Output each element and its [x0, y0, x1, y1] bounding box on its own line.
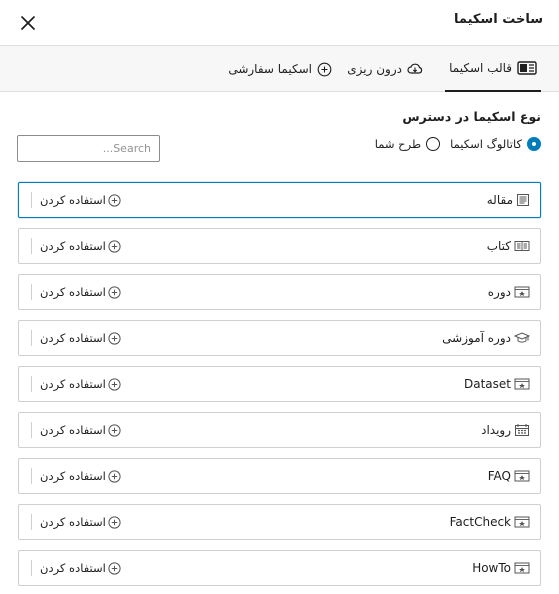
divider	[31, 376, 32, 392]
close-icon[interactable]	[18, 13, 38, 33]
schema-name: رویداد	[481, 413, 530, 447]
schema-name-text: رویداد	[481, 423, 511, 437]
tab-custom-schema[interactable]: اسکیما سفارشی	[224, 46, 336, 92]
use-button[interactable]: استفاده کردن	[31, 459, 121, 493]
plus-circle-icon	[108, 515, 121, 529]
use-button-label: استفاده کردن	[40, 561, 106, 575]
plus-circle-icon	[108, 561, 121, 575]
template-icon	[517, 61, 537, 75]
schema-name: مقاله	[487, 183, 530, 217]
tab-schema-template[interactable]: قالب اسکیما	[445, 46, 541, 92]
use-button[interactable]: استفاده کردن	[31, 229, 121, 263]
divider	[31, 330, 32, 346]
use-button-label: استفاده کردن	[40, 377, 106, 391]
use-button[interactable]: استفاده کردن	[31, 505, 121, 539]
use-button[interactable]: استفاده کردن	[31, 413, 121, 447]
article-icon	[517, 194, 529, 206]
use-button-label: استفاده کردن	[40, 469, 106, 483]
schema-row-howto[interactable]: HowTo استفاده کردن	[18, 550, 541, 586]
divider	[31, 468, 32, 484]
schema-name-text: Dataset	[464, 377, 511, 391]
schema-type-heading: نوع اسکیما در دسترس	[402, 109, 541, 124]
divider	[31, 284, 32, 300]
use-button[interactable]: استفاده کردن	[31, 183, 121, 217]
schema-name: FAQ	[488, 459, 530, 493]
radio-schema-catalog[interactable]: کاتالوگ اسکیما	[450, 137, 541, 151]
schema-name-text: دوره آموزشی	[442, 331, 511, 345]
modal-header: ساخت اسکیما	[0, 0, 559, 45]
use-button-label: استفاده کردن	[40, 239, 106, 253]
schema-name: دوره آموزشی	[442, 321, 530, 355]
divider	[31, 422, 32, 438]
radio-label: طرح شما	[374, 137, 422, 151]
schema-row-educational-course[interactable]: دوره آموزشی استفاده کردن	[18, 320, 541, 356]
tab-import[interactable]: درون ریزی	[343, 46, 427, 92]
plus-circle-icon	[108, 331, 121, 345]
plus-circle-icon	[108, 469, 121, 483]
tab-label: درون ریزی	[347, 62, 402, 76]
schema-row-book[interactable]: کتاب استفاده کردن	[18, 228, 541, 264]
modal-title: ساخت اسکیما	[453, 12, 543, 27]
cloud-import-icon	[407, 63, 423, 74]
plus-circle-icon	[108, 377, 121, 391]
tab-label: اسکیما سفارشی	[228, 62, 312, 76]
tab-label: قالب اسکیما	[449, 61, 512, 75]
schema-name: دوره	[488, 275, 530, 309]
use-button[interactable]: استفاده کردن	[31, 551, 121, 585]
schema-name-text: دوره	[487, 285, 511, 299]
search-input[interactable]	[17, 135, 160, 162]
schema-name-text: کتاب	[486, 239, 511, 253]
schema-name-text: FactCheck	[449, 515, 511, 529]
graduation-cap-icon	[514, 332, 530, 343]
divider	[31, 238, 32, 254]
schema-row-faq[interactable]: FAQ استفاده کردن	[18, 458, 541, 494]
schema-name: FactCheck	[450, 505, 530, 539]
plus-circle-icon	[317, 62, 332, 76]
schema-name-text: HowTo	[472, 561, 511, 575]
divider	[31, 514, 32, 530]
use-button-label: استفاده کردن	[40, 423, 106, 437]
plus-circle-icon	[108, 285, 121, 299]
plus-circle-icon	[108, 239, 121, 253]
schema-row-article[interactable]: مقاله استفاده کردن	[18, 182, 541, 218]
radio-your-design[interactable]: طرح شما	[374, 137, 441, 151]
radio-label: کاتالوگ اسکیما	[450, 137, 522, 151]
schema-name-text: FAQ	[487, 469, 511, 483]
faq-icon	[514, 470, 530, 482]
schema-row-factcheck[interactable]: FactCheck استفاده کردن	[18, 504, 541, 540]
book-icon	[514, 241, 530, 251]
howto-icon	[514, 562, 530, 574]
schema-row-course[interactable]: دوره استفاده کردن	[18, 274, 541, 310]
use-button[interactable]: استفاده کردن	[31, 367, 121, 401]
plus-circle-icon	[108, 193, 121, 207]
schema-type-options: کاتالوگ اسکیما طرح شما	[375, 137, 541, 151]
dataset-icon	[514, 378, 530, 390]
use-button-label: استفاده کردن	[40, 515, 106, 529]
tab-bar: قالب اسکیما درون ریزی اسکیما سفارشی	[0, 45, 559, 92]
use-button-label: استفاده کردن	[40, 331, 106, 345]
use-button-label: استفاده کردن	[40, 193, 106, 207]
schema-row-event[interactable]: رویداد استفاده کردن	[18, 412, 541, 448]
use-button-label: استفاده کردن	[40, 285, 106, 299]
schema-row-dataset[interactable]: Dataset استفاده کردن	[18, 366, 541, 402]
use-button[interactable]: استفاده کردن	[31, 321, 121, 355]
schema-name: کتاب	[487, 229, 530, 263]
plus-circle-icon	[108, 423, 121, 437]
divider	[31, 192, 32, 208]
course-icon	[514, 286, 530, 298]
schema-name: Dataset	[464, 367, 530, 401]
use-button[interactable]: استفاده کردن	[31, 275, 121, 309]
divider	[31, 560, 32, 576]
calendar-icon	[515, 424, 529, 436]
factcheck-icon	[514, 516, 530, 528]
schema-name: HowTo	[472, 551, 530, 585]
radio-indicator[interactable]	[426, 137, 441, 151]
schema-name-text: مقاله	[486, 193, 513, 207]
radio-indicator[interactable]	[527, 137, 541, 151]
